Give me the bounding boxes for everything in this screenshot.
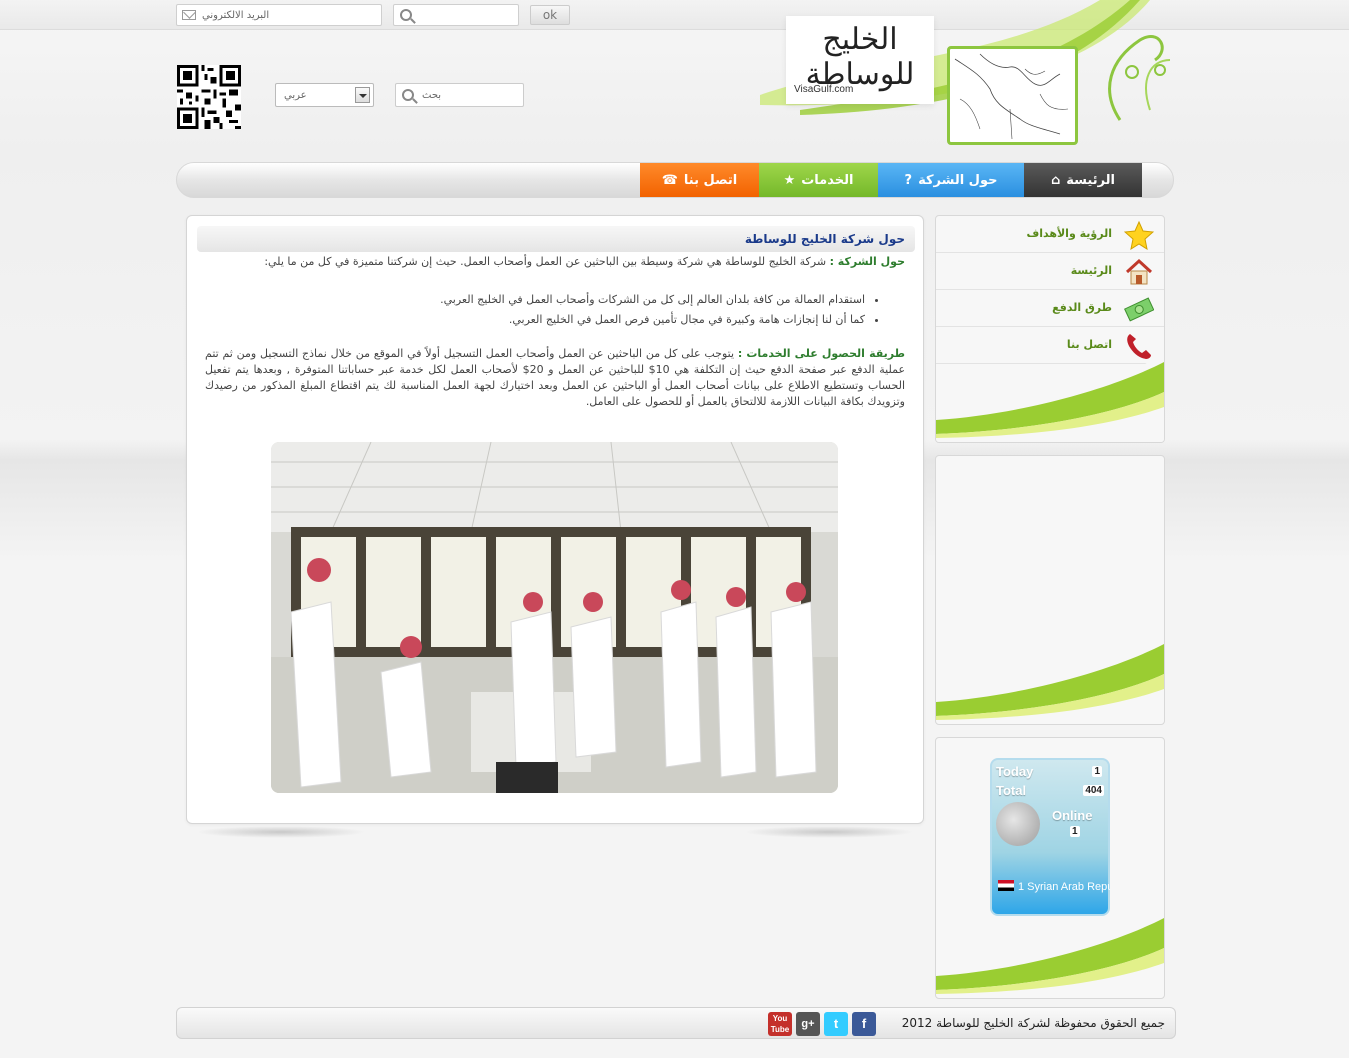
search-placeholder: بحث <box>422 89 442 101</box>
money-icon <box>1124 297 1154 322</box>
syria-flag-icon <box>998 880 1014 891</box>
chevron-down-icon[interactable] <box>355 87 370 103</box>
star-icon: ★ <box>783 172 796 188</box>
gulf-map-image <box>947 46 1078 145</box>
list-item: كما أن لنا إنجازات هامة وكبيرة في مجال ت… <box>205 312 865 328</box>
envelope-icon <box>182 10 196 20</box>
logo-script: الخليج للوساطة <box>805 22 915 92</box>
question-icon: ? <box>904 172 913 188</box>
youtube-icon[interactable]: You Tube <box>768 1012 792 1036</box>
nav-about[interactable]: ? حول الشركة <box>878 163 1024 197</box>
main-navigation: ⌂ الرئيسة ? حول الشركة ★ الخدمات ☎ اتصل … <box>176 162 1174 198</box>
login-ok-button[interactable]: ok <box>530 5 570 25</box>
star-icon <box>1124 220 1154 250</box>
sidebar-item-home[interactable]: الرئيسة <box>936 253 1164 290</box>
about-label: حول الشركة : <box>829 255 905 268</box>
country-text: 1 Syrian Arab Republic <box>1018 881 1110 893</box>
search-icon <box>402 89 414 101</box>
visitor-stats-box: Today 1 Total 404 Online 1 1 Syrian Arab… <box>935 737 1165 999</box>
nav-home-label: الرئيسة <box>1066 172 1116 188</box>
twitter-icon[interactable]: t <box>824 1012 848 1036</box>
today-value: 1 <box>1092 766 1102 777</box>
language-value: عربي <box>284 90 307 101</box>
method-paragraph: طريقة الحصول على الخدمات : يتوجب على كل … <box>205 346 905 410</box>
sidebar-item-label: اتصل بنا <box>1066 338 1112 351</box>
nav-services[interactable]: ★ الخدمات <box>759 163 878 197</box>
content-body: حول الشركة : شركة الخليج للوساطة هي شركة… <box>205 254 905 410</box>
panel-shadow <box>744 826 914 838</box>
visitor-counter-widget[interactable]: Today 1 Total 404 Online 1 1 Syrian Arab… <box>990 758 1110 916</box>
office-photo <box>271 442 838 793</box>
online-label: Online <box>1052 808 1093 823</box>
sidebar-menu: الرؤية والأهداف الرئيسة طرق الدفع اتصل ب… <box>935 215 1165 443</box>
total-value: 404 <box>1083 785 1104 796</box>
globe-icon <box>996 802 1040 846</box>
email-field[interactable]: البريد الالكتروني <box>176 4 382 26</box>
footer: جميع الحقوق محفوظة لشركة الخليج للوساطة … <box>176 1007 1176 1039</box>
nav-contact[interactable]: ☎ اتصل بنا <box>640 163 759 197</box>
country-line: 1 Syrian Arab Republic <box>998 880 1110 893</box>
language-select[interactable]: عربي <box>275 83 374 107</box>
method-label: طريقة الحصول على الخدمات : <box>737 347 905 360</box>
panel-shadow <box>196 826 366 838</box>
sidebar-item-label: طرق الدفع <box>1052 301 1112 314</box>
logo-url: VisaGulf.com <box>794 84 854 95</box>
green-swoosh-decoration <box>936 352 1164 442</box>
google-plus-icon[interactable]: g+ <box>796 1012 820 1036</box>
site-logo[interactable]: الخليج للوساطة VisaGulf.com <box>786 16 934 104</box>
green-swoosh-decoration <box>936 918 1164 994</box>
nav-services-label: الخدمات <box>801 172 854 188</box>
online-value: 1 <box>1070 826 1080 837</box>
services-list: استقدام العمالة من كافة بلدان العالم إلى… <box>205 292 883 328</box>
content-panel: حول شركة الخليج للوساطة حول الشركة : شرك… <box>186 215 924 824</box>
page-title: حول شركة الخليج للوساطة <box>197 226 915 252</box>
house-icon <box>1125 258 1153 285</box>
phone-icon: ☎ <box>661 172 678 188</box>
search-input[interactable]: بحث <box>395 83 524 107</box>
nav-about-label: حول الشركة <box>918 172 998 188</box>
password-field[interactable] <box>393 4 519 26</box>
sidebar-item-label: الرؤية والأهداف <box>1026 227 1112 240</box>
key-icon <box>400 9 412 21</box>
sidebar-ad-box <box>935 455 1165 725</box>
about-text: شركة الخليج للوساطة هي شركة وسيطة بين ال… <box>264 255 830 268</box>
today-label: Today <box>996 764 1034 779</box>
copyright-text: جميع الحقوق محفوظة لشركة الخليج للوساطة … <box>901 1016 1165 1030</box>
facebook-icon[interactable]: f <box>852 1012 876 1036</box>
email-placeholder: البريد الالكتروني <box>202 9 270 21</box>
green-swoosh-decoration <box>936 644 1164 720</box>
list-item: استقدام العمالة من كافة بلدان العالم إلى… <box>205 292 865 308</box>
total-label: Total <box>996 783 1027 798</box>
nav-contact-label: اتصل بنا <box>683 172 738 188</box>
sidebar-item-payment[interactable]: طرق الدفع <box>936 290 1164 327</box>
qr-code <box>177 65 241 129</box>
nav-home[interactable]: ⌂ الرئيسة <box>1024 163 1142 197</box>
sidebar-item-vision[interactable]: الرؤية والأهداف <box>936 216 1164 253</box>
about-paragraph: حول الشركة : شركة الخليج للوساطة هي شركة… <box>205 254 905 270</box>
sidebar-item-label: الرئيسة <box>1070 264 1112 277</box>
home-icon: ⌂ <box>1050 172 1061 188</box>
